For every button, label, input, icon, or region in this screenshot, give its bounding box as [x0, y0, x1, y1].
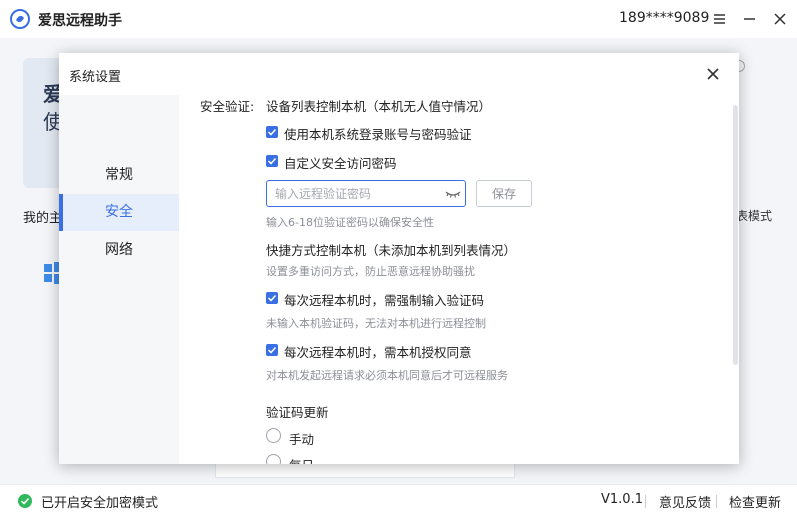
- background-panel-edge: [215, 463, 515, 478]
- settings-sidebar: 常规 安全 网络: [59, 95, 179, 464]
- shortcut-heading: 快捷方式控制本机（未添加本机到列表情况）: [266, 243, 517, 258]
- check-update-link[interactable]: 检查更新: [729, 492, 781, 511]
- title-bar: 爱思远程助手 189****9089: [0, 0, 797, 38]
- account-phone[interactable]: 189****9089: [619, 10, 709, 26]
- save-button[interactable]: 保存: [476, 180, 532, 207]
- authorize-checkbox[interactable]: [266, 344, 278, 356]
- version-label: V1.0.1: [601, 492, 643, 507]
- my-devices-label: 我的主: [23, 211, 63, 226]
- remote-password-input[interactable]: [275, 184, 435, 203]
- menu-icon[interactable]: [710, 9, 730, 29]
- force-code-option-label[interactable]: 每次远程本机时，需强制输入验证码: [284, 290, 484, 309]
- eye-closed-icon[interactable]: [445, 188, 461, 200]
- check-circle-icon: [18, 494, 32, 508]
- feedback-link[interactable]: 意见反馈: [659, 492, 711, 511]
- status-divider: [716, 495, 717, 508]
- close-icon[interactable]: [705, 66, 721, 82]
- authorize-option-label[interactable]: 每次远程本机时，需本机授权同意: [284, 342, 472, 361]
- status-divider: [645, 495, 646, 508]
- code-update-heading: 验证码更新: [266, 405, 329, 420]
- close-window-icon[interactable]: [770, 9, 790, 29]
- force-code-checkbox[interactable]: [266, 292, 278, 304]
- force-code-hint: 未输入本机验证码，无法对本机进行远程控制: [266, 317, 486, 330]
- security-mode-status: 已开启安全加密模式: [41, 496, 159, 511]
- remote-password-field[interactable]: [266, 180, 466, 207]
- sidebar-item-security[interactable]: 安全: [59, 194, 179, 231]
- device-list-heading: 设备列表控制本机（本机无人值守情况）: [266, 99, 492, 114]
- dialog-title: 系统设置: [69, 70, 122, 85]
- authorize-hint: 对本机发起远程请求必须本机同意后才可远程服务: [266, 369, 508, 382]
- content-scrollbar[interactable]: [733, 105, 738, 365]
- list-mode-label[interactable]: 表模式: [736, 207, 772, 224]
- app-title: 爱思远程助手: [38, 13, 122, 29]
- security-settings-panel[interactable]: 安全验证: 设备列表控制本机（本机无人值守情况） 使用本机系统登录账号与密码验证…: [179, 95, 731, 464]
- app-logo-icon: [10, 9, 30, 29]
- status-bar: 已开启安全加密模式 V1.0.1 意见反馈 检查更新: [0, 484, 797, 517]
- login-account-option-label[interactable]: 使用本机系统登录账号与密码验证: [284, 124, 472, 143]
- sidebar-item-general[interactable]: 常规: [59, 157, 179, 194]
- daily-radio-label[interactable]: 每日: [289, 455, 314, 464]
- custom-password-checkbox[interactable]: [266, 155, 278, 167]
- manual-radio-label[interactable]: 手动: [289, 429, 314, 448]
- daily-radio[interactable]: [266, 454, 281, 464]
- minimize-icon[interactable]: [740, 9, 760, 29]
- settings-dialog: 系统设置 常规 安全 网络 安全验证: 设备列表控制本机（本机无人值守情况） 使…: [59, 53, 739, 464]
- security-verify-label: 安全验证:: [200, 99, 255, 114]
- manual-radio[interactable]: [266, 428, 281, 443]
- custom-password-option-label[interactable]: 自定义安全访问密码: [284, 153, 397, 172]
- login-account-checkbox[interactable]: [266, 126, 278, 138]
- password-hint: 输入6-18位验证密码以确保安全性: [266, 216, 434, 229]
- sidebar-item-network[interactable]: 网络: [59, 232, 179, 269]
- shortcut-hint: 设置多重访问方式，防止恶意远程协助骚扰: [266, 265, 475, 278]
